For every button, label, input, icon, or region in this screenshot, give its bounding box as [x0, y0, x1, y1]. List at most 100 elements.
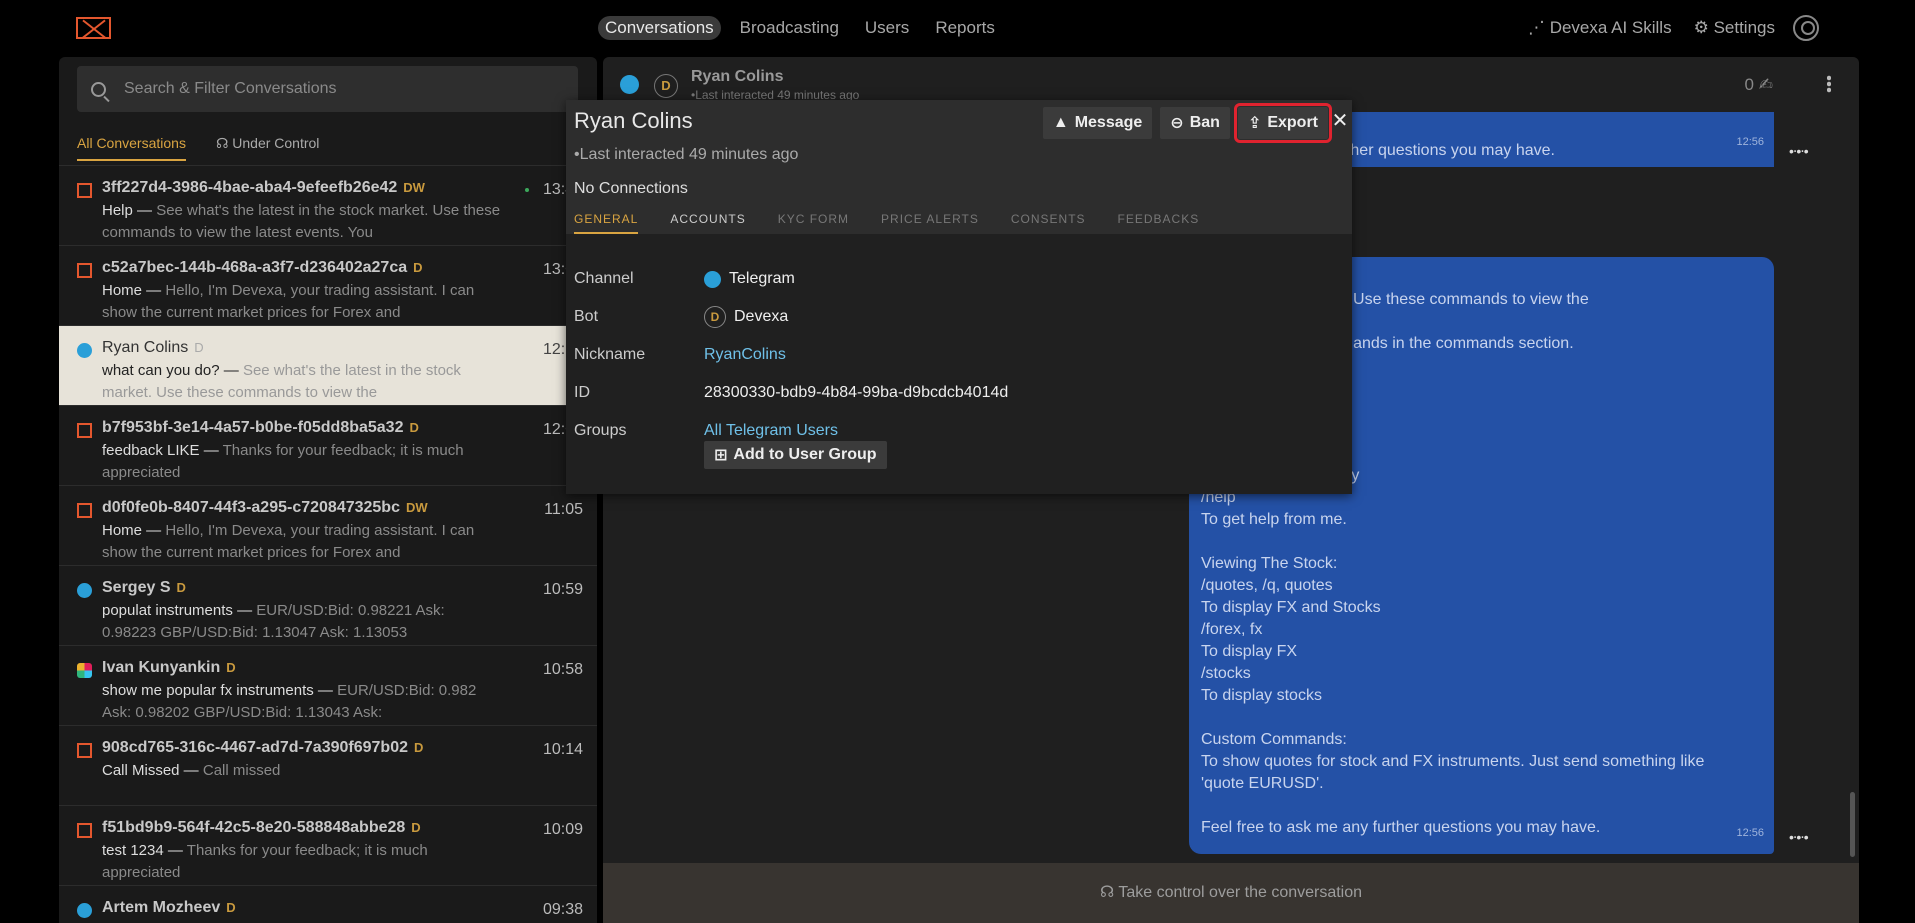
tab-price-alerts[interactable]: PRICE ALERTS — [881, 212, 979, 234]
ai-skills-link[interactable]: ⋰ Devexa AI Skills — [1528, 18, 1672, 38]
conversation-name: 908cd765-316c-4467-ad7d-7a390f697b02 — [102, 739, 408, 756]
conversation-time: 11:05 — [544, 501, 583, 518]
bot-tag: D — [226, 900, 236, 915]
devexa-icon — [77, 263, 92, 278]
bot-tag: D — [409, 420, 419, 435]
message-line: To display FX — [1201, 643, 1298, 660]
search-bar — [77, 66, 578, 112]
conversation-list: 3ff227d4-3986-4bae-aba4-9efeefb26e42 DW 13… — [59, 165, 597, 923]
gear-icon: ⚙ — [1693, 18, 1714, 37]
ban-icon: ⊖ — [1170, 115, 1184, 132]
conversation-preview: Home — Hello, I'm Devexa, your trading a… — [102, 282, 475, 321]
group-link[interactable]: All Telegram Users — [704, 422, 838, 440]
conversation-name: Sergey S — [102, 579, 171, 596]
agent-count: 0 ✍ — [1744, 75, 1773, 94]
more-options-icon[interactable] — [1827, 75, 1831, 93]
message-time: 12:56 — [1736, 827, 1764, 839]
devexa-icon — [77, 503, 92, 518]
search-input[interactable] — [124, 80, 564, 98]
conversation-name: f51bd9b9-564f-42c5-8e20-588848abbe28 — [102, 819, 406, 836]
message-line — [1201, 531, 1762, 553]
plus-icon: ⊞ — [714, 447, 728, 464]
modal-header: Ryan Colins •Last interacted 49 minutes … — [566, 100, 1352, 234]
conversation-tabs: All Conversations ☊ Under Control — [77, 135, 319, 161]
devexa-icon — [77, 423, 92, 438]
message-line: /quotes, /q, quotes — [1201, 577, 1333, 594]
conversation-item[interactable]: 3ff227d4-3986-4bae-aba4-9efeefb26e42 DW 13… — [59, 165, 597, 245]
bot-tag: D — [411, 820, 421, 835]
tab-consents[interactable]: CONSENTS — [1011, 212, 1086, 234]
tab-accounts[interactable]: ACCOUNTS — [670, 212, 745, 234]
export-icon: ⇪ — [1247, 115, 1262, 132]
tab-kyc-form[interactable]: KYC FORM — [778, 212, 849, 234]
user-id-value: 28300330-bdb9-4b84-99ba-d9bcdcb4014d — [704, 384, 1009, 401]
bot-tag: D — [194, 340, 204, 355]
devexa-icon — [77, 183, 92, 198]
tab-under-control[interactable]: ☊ Under Control — [216, 135, 319, 161]
telegram-icon — [77, 343, 92, 358]
nav-conversations[interactable]: Conversations — [598, 16, 721, 40]
export-button[interactable]: ⇪ Export — [1233, 103, 1333, 143]
chat-user-name[interactable]: Ryan Colins — [691, 68, 783, 86]
send-icon: ▲ — [1052, 114, 1069, 131]
message-line — [1201, 707, 1762, 729]
devexa-icon — [77, 743, 92, 758]
close-icon[interactable]: ✕ — [1328, 108, 1352, 136]
modal-actions: ▲ Message ⊖ Ban ⇪ Export — [1042, 103, 1333, 143]
nickname-link[interactable]: RyanColins — [704, 346, 786, 364]
tab-general[interactable]: GENERAL — [574, 212, 639, 234]
telegram-icon — [620, 75, 639, 94]
conversation-item[interactable]: f51bd9b9-564f-42c5-8e20-588848abbe28 D 10:… — [59, 805, 597, 885]
user-avatar-icon[interactable] — [1793, 15, 1819, 41]
conversation-item[interactable]: Artem Mozheev D 09:38 — [59, 885, 597, 923]
add-to-user-group-button[interactable]: ⊞ Add to User Group — [704, 441, 887, 469]
message-line: Custom Commands: — [1201, 731, 1347, 748]
conversation-name: d0f0fe0b-8407-44f3-a295-c720847325bc — [102, 499, 400, 516]
devexa-icon — [77, 823, 92, 838]
settings-link[interactable]: ⚙ Settings — [1694, 18, 1775, 38]
conversation-item[interactable]: 908cd765-316c-4467-ad7d-7a390f697b02 D 10:… — [59, 725, 597, 805]
conversation-item[interactable]: b7f953bf-3e14-4a57-b0be-f05dd8ba5a32 D 12:… — [59, 405, 597, 485]
conversation-item[interactable]: Ivan Kunyankin D 10:58 show me popular fx i… — [59, 645, 597, 725]
conversation-time: 10:14 — [542, 741, 583, 758]
telegram-icon — [77, 583, 92, 598]
search-icon — [91, 81, 106, 97]
nav-reports[interactable]: Reports — [928, 16, 1002, 40]
conversation-name: Ryan Colins — [102, 339, 189, 356]
telegram-icon — [77, 903, 92, 918]
modal-last-interacted: •Last interacted 49 minutes ago — [574, 146, 799, 163]
bot-tag: DW — [403, 180, 425, 195]
top-bar: Conversations Broadcasting Users Reports… — [0, 0, 1915, 56]
take-control-button[interactable]: ☊ Take control over the conversation — [603, 863, 1859, 923]
message-line: 'quote EURUSD'. — [1201, 775, 1324, 792]
headset-icon: ☊ — [215, 135, 233, 151]
signature-icon: ✍ — [1758, 75, 1773, 94]
nav-users[interactable]: Users — [858, 16, 916, 40]
chat-scrollbar[interactable] — [1850, 792, 1855, 857]
conversation-item[interactable]: d0f0fe0b-8407-44f3-a295-c720847325bc DW 11… — [59, 485, 597, 565]
bot-tag: D — [176, 580, 186, 595]
ai-skills-icon: ⋰ — [1527, 18, 1550, 37]
online-indicator — [525, 188, 529, 192]
bot-tag: D — [414, 740, 424, 755]
conversation-preview: show me popular fx instruments — EUR/USD… — [102, 682, 477, 721]
tab-all-conversations[interactable]: All Conversations — [77, 135, 186, 161]
bot-row: Bot D Devexa — [574, 298, 1008, 336]
modal-tabs: GENERAL ACCOUNTS KYC FORM PRICE ALERTS C… — [574, 212, 1199, 234]
conversation-item[interactable]: Sergey S D 10:59 populat instruments — EUR/… — [59, 565, 597, 645]
message-button[interactable]: ▲ Message — [1042, 107, 1153, 139]
modal-connections: No Connections — [574, 180, 688, 197]
nav-broadcasting[interactable]: Broadcasting — [733, 16, 846, 40]
conversation-item[interactable]: c52a7bec-144b-468a-a3f7-d236402a27ca D 13:… — [59, 245, 597, 325]
conversation-preview: test 1234 — Thanks for your feedback; it… — [102, 842, 428, 881]
message-time: 12:56 — [1736, 136, 1764, 148]
tab-feedbacks[interactable]: FEEDBACKS — [1118, 212, 1200, 234]
devexa-logo-icon[interactable] — [76, 17, 111, 39]
conversation-time: 10:09 — [542, 821, 583, 838]
ban-button[interactable]: ⊖ Ban — [1160, 107, 1230, 139]
user-details-modal: Ryan Colins •Last interacted 49 minutes … — [566, 100, 1352, 494]
bot-tag: D — [226, 660, 236, 675]
telegram-icon — [704, 270, 721, 288]
id-row: ID 28300330-bdb9-4b84-99ba-d9bcdcb4014d — [574, 384, 1009, 401]
conversation-item[interactable]: Ryan Colins D 12:56 what can you do? — See … — [59, 325, 597, 405]
